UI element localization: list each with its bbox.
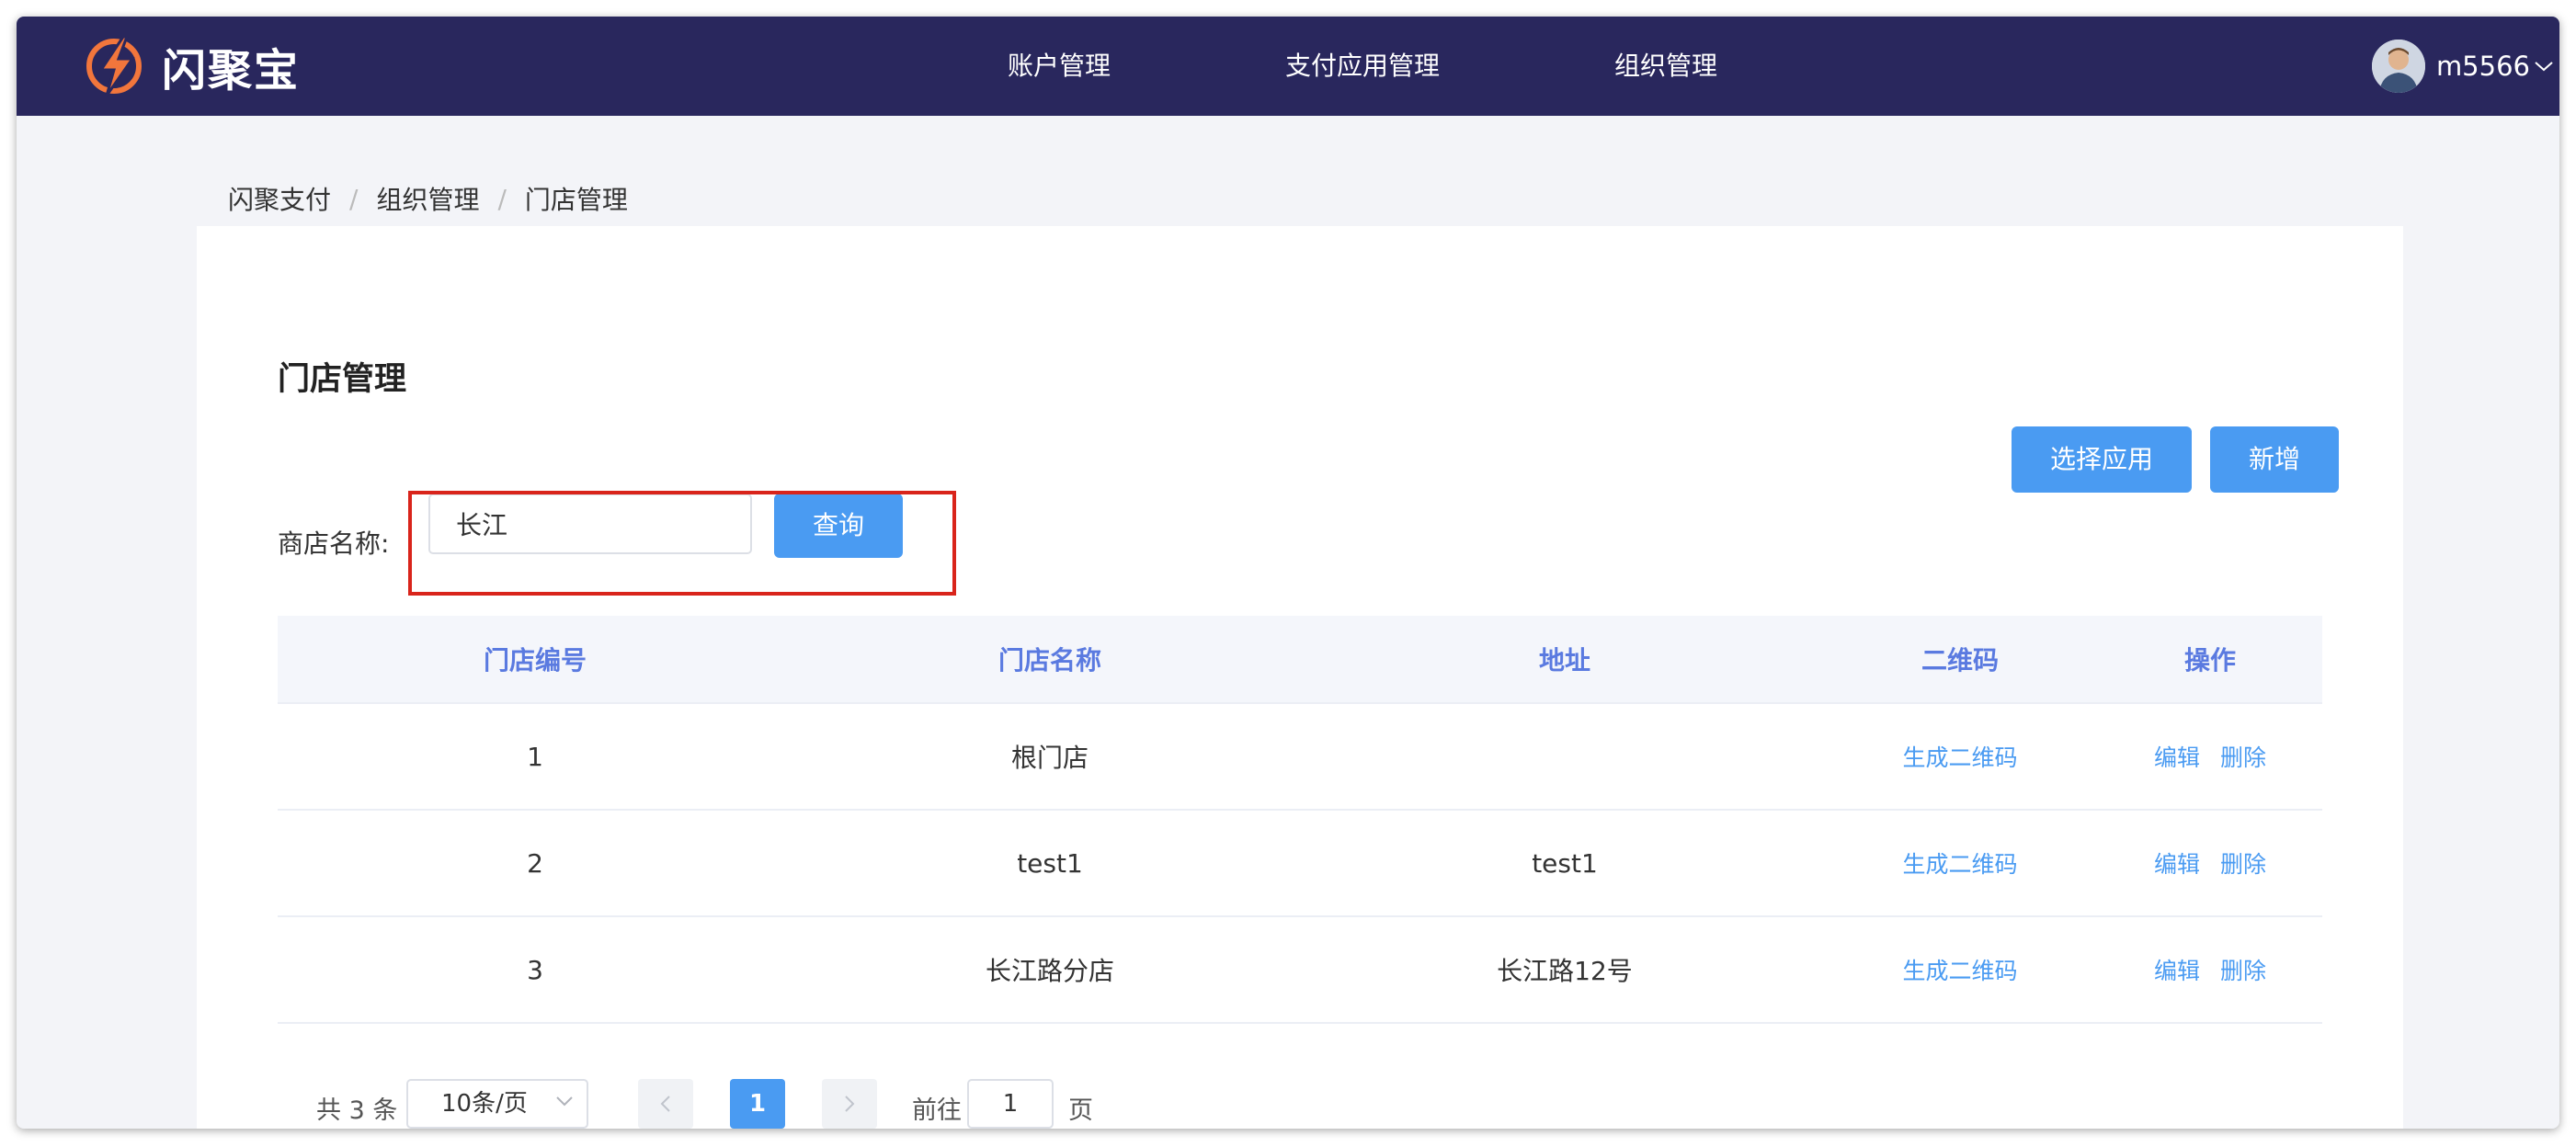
user-avatar-icon xyxy=(2371,40,2425,93)
content-card: 门店管理 选择应用 新增 商店名称: 查询 门店编号 门店名称 地址 二维码 操… xyxy=(197,226,2403,1129)
table-header: 门店编号 门店名称 地址 二维码 操作 xyxy=(278,616,2322,704)
edit-link[interactable]: 编辑 xyxy=(2154,740,2200,773)
column-header-store-id: 门店编号 xyxy=(483,645,587,676)
add-button[interactable]: 新增 xyxy=(2210,426,2339,493)
nav-item-organization[interactable]: 组织管理 xyxy=(1614,17,1717,116)
cell-store-name: 根门店 xyxy=(1010,743,1089,773)
generate-qrcode-link[interactable]: 生成二维码 xyxy=(1902,851,2017,878)
goto-label: 前往 xyxy=(912,1096,962,1125)
delete-link[interactable]: 删除 xyxy=(2220,740,2266,773)
goto-page-input[interactable] xyxy=(967,1079,1054,1129)
store-name-label: 商店名称: xyxy=(278,528,390,559)
avatar xyxy=(2371,40,2425,93)
table-row: 3 长江路分店 长江路12号 生成二维码 编辑 删除 xyxy=(278,917,2322,1024)
chevron-down-icon xyxy=(2535,62,2553,72)
top-navigation-bar: 闪聚宝 账户管理 支付应用管理 组织管理 m5566 xyxy=(17,17,2559,116)
cell-store-id: 1 xyxy=(527,741,543,772)
store-name-input[interactable] xyxy=(428,494,752,554)
brand-name: 闪聚宝 xyxy=(162,45,301,97)
cell-address: test1 xyxy=(1532,847,1598,879)
column-header-store-name: 门店名称 xyxy=(997,645,1101,676)
browser-window: 闪聚宝 账户管理 支付应用管理 组织管理 m5566 闪聚支付 / 组织管理 / xyxy=(17,17,2559,1129)
user-menu[interactable]: m5566 xyxy=(2371,17,2559,116)
page-suffix-label: 页 xyxy=(1068,1096,1093,1125)
page-size-value: 10条/页 xyxy=(441,1090,528,1118)
next-page-button[interactable] xyxy=(822,1079,877,1129)
edit-link[interactable]: 编辑 xyxy=(2154,953,2200,986)
delete-link[interactable]: 删除 xyxy=(2220,953,2266,986)
chevron-left-icon xyxy=(660,1096,670,1112)
column-header-qrcode: 二维码 xyxy=(1921,645,1999,676)
query-button[interactable]: 查询 xyxy=(774,494,903,558)
column-header-address: 地址 xyxy=(1538,645,1590,676)
nav-item-payment-apps[interactable]: 支付应用管理 xyxy=(1285,17,1440,116)
breadcrumb-separator: / xyxy=(349,183,359,214)
page-title: 门店管理 xyxy=(278,361,407,398)
breadcrumb-item-organization[interactable]: 组织管理 xyxy=(376,180,479,217)
edit-link[interactable]: 编辑 xyxy=(2154,846,2200,880)
cell-store-name: 长江路分店 xyxy=(985,956,1114,986)
username: m5566 xyxy=(2435,51,2530,82)
prev-page-button[interactable] xyxy=(638,1079,693,1129)
delete-link[interactable]: 删除 xyxy=(2220,846,2266,880)
generate-qrcode-link[interactable]: 生成二维码 xyxy=(1902,744,2017,771)
lightning-logo-icon xyxy=(86,35,142,97)
breadcrumb-item-current: 门店管理 xyxy=(524,185,628,215)
breadcrumb-item-home[interactable]: 闪聚支付 xyxy=(228,180,331,217)
store-table: 门店编号 门店名称 地址 二维码 操作 1 根门店 生成二维码 编辑 删除 2 … xyxy=(278,616,2322,1024)
breadcrumb-separator: / xyxy=(497,183,507,214)
chevron-down-icon xyxy=(556,1096,573,1107)
column-header-actions: 操作 xyxy=(2183,645,2236,676)
cell-address: 长江路12号 xyxy=(1497,956,1633,986)
select-app-button[interactable]: 选择应用 xyxy=(2012,426,2192,493)
brand-logo[interactable]: 闪聚宝 xyxy=(79,31,300,101)
generate-qrcode-link[interactable]: 生成二维码 xyxy=(1902,958,2017,984)
table-row: 2 test1 test1 生成二维码 编辑 删除 xyxy=(278,811,2322,917)
cell-store-id: 3 xyxy=(527,954,543,985)
chevron-right-icon xyxy=(845,1096,855,1112)
cell-store-id: 2 xyxy=(527,847,543,879)
page-number-current[interactable]: 1 xyxy=(730,1079,785,1129)
pagination: 共 3 条 10条/页 1 前往 页 xyxy=(278,1079,1381,1129)
nav-item-account[interactable]: 账户管理 xyxy=(1008,17,1111,116)
page-size-select[interactable]: 10条/页 xyxy=(406,1079,588,1129)
breadcrumb: 闪聚支付 / 组织管理 / 门店管理 xyxy=(228,180,628,217)
cell-store-name: test1 xyxy=(1017,847,1083,879)
pagination-total: 共 3 条 xyxy=(316,1096,398,1125)
table-row: 1 根门店 生成二维码 编辑 删除 xyxy=(278,704,2322,811)
